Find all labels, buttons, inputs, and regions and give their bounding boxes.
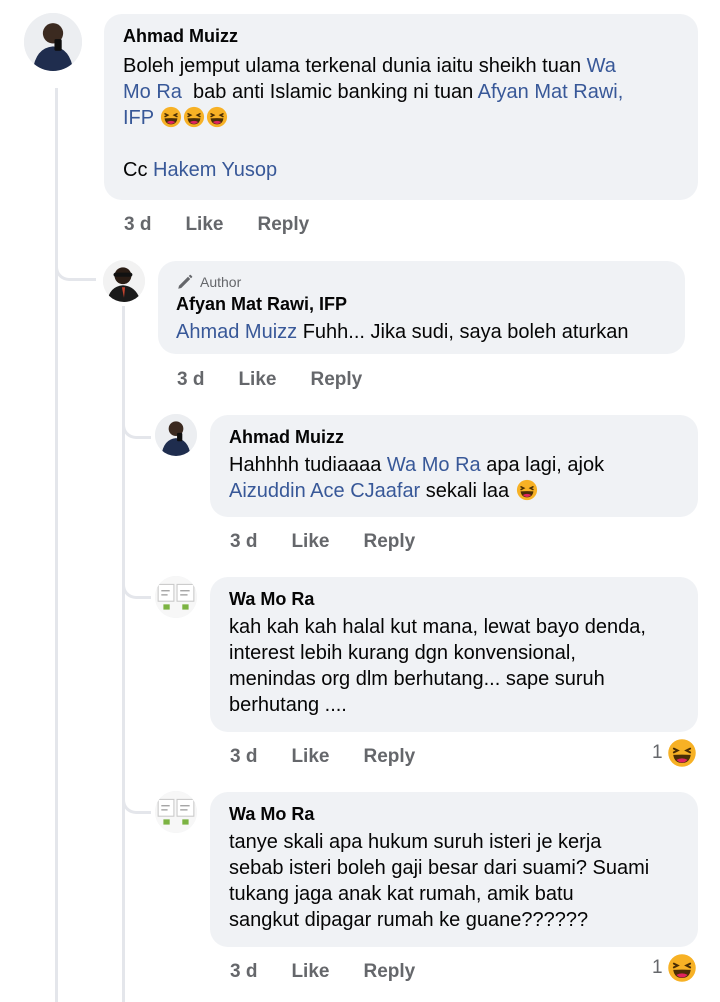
comment-actions: 3 d Like Reply [230,531,449,553]
timestamp[interactable]: 3 d [177,369,204,391]
author-badge: Author [176,273,667,291]
like-button[interactable]: Like [238,369,276,391]
reply-button[interactable]: Reply [310,369,362,391]
mention-link[interactable]: Hakem Yusop [153,159,277,181]
comment-actions: 3 d Like Reply [124,214,343,236]
like-button[interactable]: Like [291,531,329,553]
commenter-name[interactable]: Wa Mo Ra [229,589,679,610]
profile-photo-icon [155,576,197,618]
reaction-summary[interactable]: 1 [652,738,697,768]
reply-button[interactable]: Reply [257,214,309,236]
commenter-name[interactable]: Ahmad Muizz [229,427,679,448]
comment-text-line: interest lebih kurang dgn konvensional, [229,642,576,664]
mention-link[interactable]: Ahmad Muizz [176,321,297,343]
timestamp[interactable]: 3 d [230,746,257,768]
mention-link[interactable]: Wa [587,55,616,77]
comment-text-line: tanye skali apa hukum suruh isteri je ke… [229,831,602,853]
commenter-name[interactable]: Ahmad Muizz [123,26,679,47]
comment-actions: 3 d Like Reply [230,746,449,768]
comment-text-line: sangkut dipagar rumah ke guane?????? [229,909,589,931]
laughing-emoji-icon [160,106,182,128]
like-button[interactable]: Like [185,214,223,236]
mention-link[interactable]: Afyan Mat Rawi, [478,81,624,103]
avatar-afyan-mat-rawi[interactable] [103,260,145,302]
comment-bubble-2: Author Afyan Mat Rawi, IFP Ahmad Muizz F… [158,261,685,354]
profile-photo-icon [24,13,82,71]
comment-bubble-3: Ahmad Muizz Hahhhh tudiaaaa Wa Mo Ra apa… [210,415,698,517]
mention-link[interactable]: Mo Ra [123,81,182,103]
avatar-ahmad-muizz[interactable] [24,13,82,71]
avatar-wa-mo-ra[interactable] [155,791,197,833]
like-button[interactable]: Like [291,961,329,983]
thread-branch-3 [122,560,151,599]
commenter-name[interactable]: Afyan Mat Rawi, IFP [176,294,667,315]
avatar-ahmad-muizz[interactable] [155,414,197,456]
reaction-count: 1 [652,957,663,978]
like-button[interactable]: Like [291,746,329,768]
comment-text-line: kah kah kah halal kut mana, lewat bayo d… [229,616,646,638]
comment-text-line: sebab isteri boleh gaji besar dari suami… [229,857,650,879]
thread-branch-1 [55,240,96,281]
comment-bubble-4: Wa Mo Ra kah kah kah halal kut mana, lew… [210,577,698,732]
comment-text-line: menindas org dlm berhutang... sape suruh [229,668,605,690]
timestamp[interactable]: 3 d [124,214,151,236]
comment-actions: 3 d Like Reply [230,961,449,983]
commenter-name[interactable]: Wa Mo Ra [229,804,679,825]
mention-link[interactable]: Wa Mo Ra [387,454,481,476]
comment-text: Ahmad Muizz Fuhh... Jika sudi, saya bole… [176,321,629,343]
laughing-emoji-icon [516,479,538,501]
comment-text: Boleh jemput ulama terkenal dunia iaitu … [123,55,624,181]
comment-bubble-5: Wa Mo Ra tanye skali apa hukum suruh ist… [210,792,698,947]
comment-text-line: berhutang .... [229,694,347,716]
reaction-count: 1 [652,742,663,763]
mention-link[interactable]: Aizuddin Ace CJaafar [229,480,420,502]
comment-text: Hahhhh tudiaaaa Wa Mo Ra apa lagi, ajok … [229,454,605,502]
profile-photo-icon [155,791,197,833]
mention-link[interactable]: IFP [123,107,154,129]
reply-button[interactable]: Reply [363,531,415,553]
comment-text-line: tukang jaga anak kat rumah, amik batu [229,883,574,905]
thread-branch-4 [122,775,151,814]
haha-reaction-icon [667,738,697,768]
profile-photo-icon [155,414,197,456]
profile-photo-icon [103,260,145,302]
laughing-emoji-icon [206,106,228,128]
timestamp[interactable]: 3 d [230,961,257,983]
timestamp[interactable]: 3 d [230,531,257,553]
haha-reaction-icon [667,953,697,983]
comment-bubble-1: Ahmad Muizz Boleh jemput ulama terkenal … [104,14,698,200]
thread-branch-2 [122,400,151,439]
avatar-wa-mo-ra[interactable] [155,576,197,618]
pencil-icon [178,274,193,289]
thread-line-main [55,88,58,1002]
reply-button[interactable]: Reply [363,746,415,768]
comment-actions: 3 d Like Reply [177,369,396,391]
reaction-summary[interactable]: 1 [652,953,697,983]
reply-button[interactable]: Reply [363,961,415,983]
laughing-emoji-icon [183,106,205,128]
